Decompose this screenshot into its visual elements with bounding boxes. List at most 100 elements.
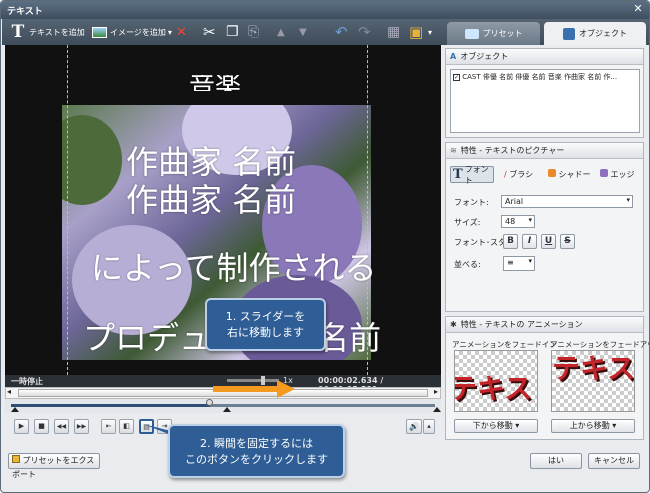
set-start-button[interactable]: ⇤ — [101, 419, 116, 434]
text-editor-window: テキスト ✕ T テキストを追加 イメージを追加 ▾ ✕ ✂ ❐ ⎘ ▲ ▼ ↶… — [0, 0, 650, 493]
previous-button[interactable]: ◀◀ — [54, 419, 69, 434]
size-value: 48 — [505, 217, 516, 226]
send-backward-icon[interactable]: ▼ — [299, 19, 307, 45]
tab-brush-label: ブラシ — [509, 170, 534, 179]
fade-in-dropdown-icon: ▾ — [515, 421, 520, 430]
align-select[interactable]: ≡ ▾ — [503, 256, 535, 271]
tab-edge-label: エッジ — [610, 170, 635, 179]
align-icon: ≡ — [507, 258, 514, 267]
timeline-start-marker[interactable] — [11, 407, 19, 412]
underline-button[interactable]: U — [541, 234, 556, 249]
align-label: 並べる: — [454, 260, 481, 269]
play-button[interactable]: ▶ — [14, 419, 29, 434]
split-button[interactable]: ◧ — [119, 419, 134, 434]
fade-in-preview[interactable]: テキスト — [454, 350, 538, 412]
stop-button[interactable]: ■ — [34, 419, 49, 434]
object-checkbox[interactable]: ✓ — [453, 74, 460, 81]
toolbar: T テキストを追加 イメージを追加 ▾ ✕ ✂ ❐ ⎘ ▲ ▼ ↶ ↷ ▦ ▣ … — [2, 19, 442, 45]
flower-leaf — [62, 115, 122, 205]
preset-icon — [464, 28, 479, 39]
paste-icon[interactable]: ⎘ — [248, 19, 259, 45]
tab-preset[interactable]: プリセット — [447, 22, 540, 45]
timeline-position-marker[interactable] — [223, 407, 231, 412]
timeline-progress — [11, 404, 211, 407]
tab-brush[interactable]: / ブラシ — [504, 169, 533, 180]
next-button[interactable]: ▶▶ — [74, 419, 89, 434]
undo-icon[interactable]: ↶ — [335, 19, 348, 45]
volume-arrow-icon[interactable]: ▴ — [423, 419, 435, 434]
add-image-label: イメージを追加 — [110, 27, 166, 37]
playback-state: 一時停止 — [11, 377, 43, 386]
tutorial-callout-slider: 1. スライダーを 右に移動します — [205, 298, 326, 351]
callout-1-line-2: 右に移動します — [227, 326, 304, 339]
objects-list[interactable]: ✓ CAST 俳優 名前 俳優 名前 音楽 作曲家 名前 作... — [450, 69, 640, 133]
ok-button[interactable]: はい — [530, 453, 582, 469]
cancel-button[interactable]: キャンセル — [588, 453, 640, 469]
tab-object[interactable]: オブジェクト — [544, 22, 646, 45]
callout-2-line-1: 2. 瞬間を固定するには — [200, 437, 313, 450]
properties-icon: ≋ — [450, 146, 457, 155]
fade-in-effect-select[interactable]: 下から移動 ▾ — [454, 419, 538, 433]
tab-shadow[interactable]: シャドー — [548, 169, 591, 180]
objects-panel-icon: A — [450, 52, 457, 61]
canvas-text-composer-2[interactable]: 作曲家 名前 — [126, 175, 296, 221]
font-style-label: フォント･スタイル: — [454, 238, 504, 247]
export-preset-button[interactable]: プリセットをエクスポート — [8, 453, 100, 479]
italic-button[interactable]: I — [522, 234, 537, 249]
canvas-text-created-by[interactable]: によって制作される — [91, 243, 376, 289]
add-image-dropdown-icon[interactable]: ▾ — [168, 28, 172, 37]
object-icon — [563, 27, 575, 40]
font-value: Arial — [505, 197, 524, 206]
fade-out-effect-value: 上から移動 — [569, 421, 610, 430]
arrow-right-icon — [213, 380, 295, 398]
animation-panel-title: 特性 - テキストの アニメーション — [460, 320, 583, 329]
object-item-label: CAST 俳優 名前 俳優 名前 音楽 作曲家 名前 作... — [462, 73, 618, 81]
animation-icon: ✱ — [450, 320, 457, 329]
objects-panel-title: オブジェクト — [460, 52, 509, 61]
aspect-ratio-icon[interactable]: ▣ — [409, 19, 423, 45]
add-text-button[interactable]: T テキストを追加 — [10, 19, 85, 45]
scroll-right-icon[interactable]: ▸ — [434, 387, 438, 396]
scroll-left-icon[interactable]: ◂ — [7, 387, 11, 396]
font-dropdown-icon: ▾ — [626, 196, 630, 204]
size-select[interactable]: 48 ▾ — [501, 215, 535, 228]
fade-in-preview-text: テキスト — [454, 372, 537, 405]
text-properties-title: 特性 - テキストのピクチャー — [460, 146, 565, 155]
copy-icon[interactable]: ❐ — [226, 19, 239, 45]
align-dropdown-icon: ▾ — [528, 257, 532, 265]
objects-panel: A オブジェクト ✓ CAST 俳優 名前 俳優 名前 音楽 作曲家 名前 作.… — [445, 48, 644, 138]
cut-icon[interactable]: ✂ — [203, 19, 216, 45]
canvas-text-top[interactable]: 音楽 — [189, 75, 241, 91]
delete-icon[interactable]: ✕ — [176, 19, 187, 45]
redo-icon[interactable]: ↷ — [358, 19, 371, 45]
strikethrough-button[interactable]: S — [560, 234, 575, 249]
safe-area-guide-left — [67, 45, 68, 375]
image-icon — [92, 26, 107, 38]
close-button[interactable]: ✕ — [631, 3, 645, 16]
volume-icon[interactable]: 🔊 — [406, 419, 422, 434]
font-label: フォント: — [454, 198, 489, 207]
title-bar: テキスト ✕ — [1, 1, 649, 19]
tab-font[interactable]: T フォント — [450, 165, 494, 185]
fade-in-effect-value: 下から移動 — [472, 421, 513, 430]
callout-2-line-2: このボタンをクリックします — [185, 453, 328, 466]
objects-panel-header: A オブジェクト — [446, 49, 643, 65]
fade-out-preview-text: テキスト — [552, 352, 635, 385]
bold-button[interactable]: B — [503, 234, 518, 249]
shadow-icon — [548, 169, 556, 177]
object-list-item[interactable]: ✓ CAST 俳優 名前 俳優 名前 音楽 作曲家 名前 作... — [453, 72, 637, 83]
size-label: サイズ: — [454, 218, 481, 227]
tab-edge[interactable]: エッジ — [600, 169, 635, 180]
fade-out-preview[interactable]: テキスト — [551, 350, 635, 412]
add-image-button[interactable]: イメージを追加 ▾ — [92, 19, 172, 45]
aspect-dropdown-icon[interactable]: ▾ — [428, 19, 432, 45]
timeline-track[interactable] — [5, 399, 441, 413]
font-select[interactable]: Arial ▾ — [501, 195, 633, 208]
edge-icon — [600, 169, 608, 177]
size-dropdown-icon: ▾ — [528, 216, 532, 224]
bring-forward-icon[interactable]: ▲ — [277, 19, 285, 45]
callout-1-line-1: 1. スライダーを — [225, 310, 306, 323]
timeline-end-marker[interactable] — [433, 407, 441, 412]
fade-out-effect-select[interactable]: 上から移動 ▾ — [551, 419, 635, 433]
grid-icon[interactable]: ▦ — [387, 19, 400, 45]
